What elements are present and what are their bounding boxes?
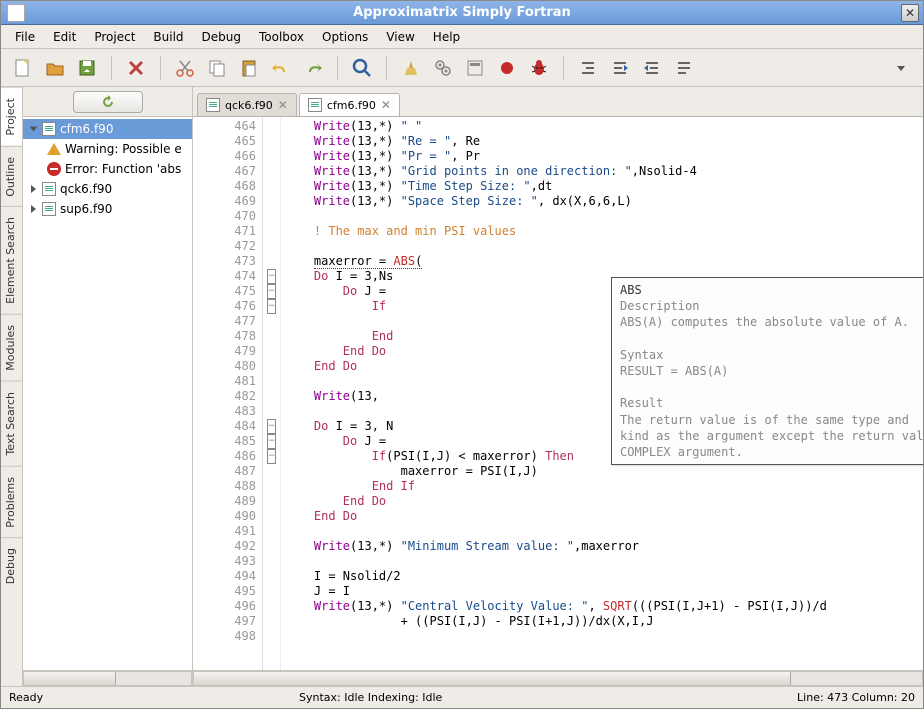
tooltip-syntax-heading: Syntax xyxy=(620,347,923,363)
tree-label: Error: Function 'abs xyxy=(65,162,181,176)
copy-icon[interactable] xyxy=(203,54,231,82)
status-left: Ready xyxy=(9,691,299,704)
format-icon[interactable] xyxy=(670,54,698,82)
expand-icon[interactable] xyxy=(31,185,36,193)
editor-hscroll[interactable] xyxy=(193,670,923,686)
tree-label: Warning: Possible e xyxy=(65,142,182,156)
error-icon xyxy=(47,162,61,176)
record-icon[interactable] xyxy=(493,54,521,82)
tooltip-syntax: RESULT = ABS(A) xyxy=(620,363,923,379)
tooltip-result-heading: Result xyxy=(620,395,923,411)
main-window: Approximatrix Simply Fortran ✕ File Edit… xyxy=(0,0,924,709)
app-icon xyxy=(7,4,25,22)
side-tab-element-search[interactable]: Element Search xyxy=(1,206,22,314)
titlebar[interactable]: Approximatrix Simply Fortran ✕ xyxy=(1,1,923,25)
tab-label: cfm6.f90 xyxy=(327,99,376,112)
tooltip-result-2: kind as the argument except the return v… xyxy=(620,428,923,444)
panel-hscroll[interactable] xyxy=(23,670,192,686)
menu-debug[interactable]: Debug xyxy=(194,28,249,46)
expand-icon[interactable] xyxy=(31,205,36,213)
status-center: Syntax: Idle Indexing: Idle xyxy=(299,691,797,704)
menu-build[interactable]: Build xyxy=(145,28,191,46)
delete-icon[interactable] xyxy=(122,54,150,82)
tree-item-sup6[interactable]: sup6.f90 xyxy=(23,199,192,219)
side-tab-project[interactable]: Project xyxy=(1,87,22,146)
tree-item-warning[interactable]: Warning: Possible e xyxy=(23,139,192,159)
cut-icon[interactable] xyxy=(171,54,199,82)
open-icon[interactable] xyxy=(41,54,69,82)
close-tab-icon[interactable]: ✕ xyxy=(278,98,288,112)
build-icon[interactable] xyxy=(429,54,457,82)
outdent-icon[interactable] xyxy=(638,54,666,82)
line-gutter: 4644654664674684694704714724734744754764… xyxy=(193,117,263,670)
editor[interactable]: 4644654664674684694704714724734744754764… xyxy=(193,117,923,670)
tree-item-error[interactable]: Error: Function 'abs xyxy=(23,159,192,179)
editor-area: qck6.f90 ✕ cfm6.f90 ✕ 464465466467468469… xyxy=(193,87,923,686)
menu-view[interactable]: View xyxy=(378,28,422,46)
paste-icon[interactable] xyxy=(235,54,263,82)
menu-edit[interactable]: Edit xyxy=(45,28,84,46)
tooltip-title: ABS xyxy=(620,282,923,298)
intellisense-tooltip: ABS Description ABS(A) computes the abso… xyxy=(611,277,923,465)
file-icon xyxy=(42,182,56,196)
project-tree: cfm6.f90 Warning: Possible e Error: Func… xyxy=(23,117,192,670)
expand-icon[interactable] xyxy=(30,127,38,132)
tree-label: qck6.f90 xyxy=(60,182,112,196)
tooltip-result-3: COMPLEX argument. xyxy=(620,444,923,460)
file-icon xyxy=(308,98,322,112)
tree-item-cfm6[interactable]: cfm6.f90 xyxy=(23,119,192,139)
project-panel: cfm6.f90 Warning: Possible e Error: Func… xyxy=(23,87,193,686)
warning-icon xyxy=(47,143,61,155)
menu-toolbox[interactable]: Toolbox xyxy=(251,28,312,46)
clean-icon[interactable] xyxy=(397,54,425,82)
side-tab-outline[interactable]: Outline xyxy=(1,146,22,207)
tab-cfm6[interactable]: cfm6.f90 ✕ xyxy=(299,93,400,116)
tooltip-result-1: The return value is of the same type and xyxy=(620,412,923,428)
side-tab-debug[interactable]: Debug xyxy=(1,537,22,594)
undo-icon[interactable] xyxy=(267,54,295,82)
dropdown-icon[interactable] xyxy=(887,54,915,82)
tab-qck6[interactable]: qck6.f90 ✕ xyxy=(197,93,297,116)
menubar: File Edit Project Build Debug Toolbox Op… xyxy=(1,25,923,49)
close-tab-icon[interactable]: ✕ xyxy=(381,98,391,112)
save-icon[interactable] xyxy=(73,54,101,82)
side-tabs: Project Outline Element Search Modules T… xyxy=(1,87,23,686)
file-icon xyxy=(206,98,220,112)
statusbar: Ready Syntax: Idle Indexing: Idle Line: … xyxy=(1,686,923,708)
side-tab-modules[interactable]: Modules xyxy=(1,314,22,381)
file-icon xyxy=(42,122,56,136)
indent-right-icon[interactable] xyxy=(606,54,634,82)
refresh-button[interactable] xyxy=(73,91,143,113)
menu-project[interactable]: Project xyxy=(86,28,143,46)
tab-label: qck6.f90 xyxy=(225,99,273,112)
tree-label: cfm6.f90 xyxy=(60,122,113,136)
status-right: Line: 473 Column: 20 xyxy=(797,691,915,704)
close-button[interactable]: ✕ xyxy=(901,4,919,22)
run-icon[interactable] xyxy=(461,54,489,82)
bug-icon[interactable] xyxy=(525,54,553,82)
search-icon[interactable] xyxy=(348,54,376,82)
tooltip-desc: ABS(A) computes the absolute value of A. xyxy=(620,314,923,330)
menu-help[interactable]: Help xyxy=(425,28,468,46)
redo-icon[interactable] xyxy=(299,54,327,82)
new-file-icon[interactable] xyxy=(9,54,37,82)
menu-options[interactable]: Options xyxy=(314,28,376,46)
side-tab-problems[interactable]: Problems xyxy=(1,466,22,538)
tree-label: sup6.f90 xyxy=(60,202,112,216)
tooltip-desc-heading: Description xyxy=(620,298,923,314)
tab-bar: qck6.f90 ✕ cfm6.f90 ✕ xyxy=(193,87,923,117)
side-tab-text-search[interactable]: Text Search xyxy=(1,381,22,466)
panel-toolbar xyxy=(23,87,192,117)
body-area: Project Outline Element Search Modules T… xyxy=(1,87,923,686)
tree-item-qck6[interactable]: qck6.f90 xyxy=(23,179,192,199)
file-icon xyxy=(42,202,56,216)
toolbar xyxy=(1,49,923,87)
indent-left-icon[interactable] xyxy=(574,54,602,82)
menu-file[interactable]: File xyxy=(7,28,43,46)
fold-gutter: −−−−−− xyxy=(263,117,281,670)
window-title: Approximatrix Simply Fortran xyxy=(353,5,571,20)
